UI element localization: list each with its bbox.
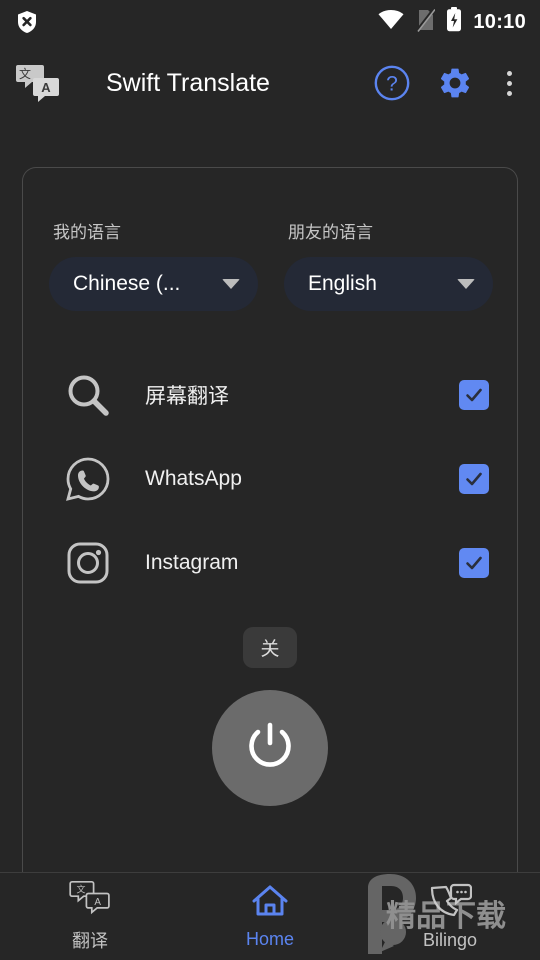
page-title: Swift Translate (106, 68, 270, 97)
friend-language-label: 朋友的语言 (288, 223, 373, 242)
language-selector-row: 我的语言 Chinese (... 朋友的语言 English (23, 168, 517, 311)
app-toggle-list: 屏幕翻译 WhatsApp Instagram (23, 353, 517, 605)
svg-text:?: ? (386, 73, 398, 96)
app-screen: 10:10 文 A Swift Translate ? 我的语言 Chinese… (0, 0, 540, 960)
magnifier-icon (59, 372, 117, 418)
phone-chat-icon (428, 883, 473, 924)
list-item[interactable]: Instagram (59, 521, 495, 605)
svg-text:A: A (41, 80, 51, 95)
power-toggle-button[interactable] (212, 690, 328, 806)
my-language-dropdown[interactable]: Chinese (... (49, 257, 258, 311)
list-item-label: 屏幕翻译 (145, 385, 229, 408)
svg-text:A: A (94, 897, 101, 908)
list-item[interactable]: WhatsApp (59, 437, 495, 521)
friend-language-selector: 朋友的语言 English (284, 218, 493, 311)
my-language-value: Chinese (... (73, 272, 181, 295)
status-bar: 10:10 (0, 0, 540, 44)
main-card: 我的语言 Chinese (... 朋友的语言 English 屏幕翻译 Wha… (22, 167, 518, 872)
tab-home[interactable]: Home (180, 873, 360, 960)
bottom-navigation: 文 A 翻译 Home Bilingo (0, 872, 540, 960)
overflow-menu-icon[interactable] (499, 67, 520, 100)
instagram-icon (59, 539, 117, 587)
home-icon (251, 884, 289, 923)
whatsapp-icon (59, 455, 117, 503)
friend-language-dropdown[interactable]: English (284, 257, 493, 311)
app-bar: 文 A Swift Translate ? (0, 44, 540, 122)
svg-text:文: 文 (76, 884, 85, 896)
my-language-selector: 我的语言 Chinese (... (49, 218, 258, 311)
no-sim-icon (415, 7, 436, 37)
translate-bubbles-icon: 文 A (69, 880, 111, 921)
friend-language-value: English (308, 272, 377, 295)
list-item-label: WhatsApp (145, 467, 242, 490)
tab-translate[interactable]: 文 A 翻译 (0, 873, 180, 960)
svg-text:文: 文 (19, 66, 31, 81)
tab-home-label: Home (245, 928, 294, 949)
wifi-icon (378, 9, 404, 35)
chevron-down-icon (457, 279, 475, 289)
shield-x-icon (16, 10, 38, 34)
status-badge: 关 (243, 627, 297, 668)
help-icon[interactable]: ? (373, 64, 411, 102)
chevron-down-icon (222, 279, 240, 289)
translate-bubbles-icon: 文 A (14, 62, 62, 104)
checkbox-whatsapp[interactable] (459, 464, 489, 494)
power-icon (241, 717, 299, 780)
list-item[interactable]: 屏幕翻译 (59, 353, 495, 437)
list-item-label: Instagram (145, 551, 239, 574)
tab-translate-label: 翻译 (72, 931, 108, 951)
settings-gear-icon[interactable] (437, 65, 473, 101)
battery-charging-icon (446, 7, 462, 37)
tab-bilingo-label: Bilingo (422, 929, 478, 950)
checkbox-instagram[interactable] (459, 548, 489, 578)
power-section: 关 (23, 627, 517, 806)
checkbox-screen-translate[interactable] (459, 380, 489, 410)
status-time: 10:10 (473, 10, 526, 33)
tab-bilingo[interactable]: Bilingo (360, 873, 540, 960)
my-language-label: 我的语言 (53, 223, 121, 242)
